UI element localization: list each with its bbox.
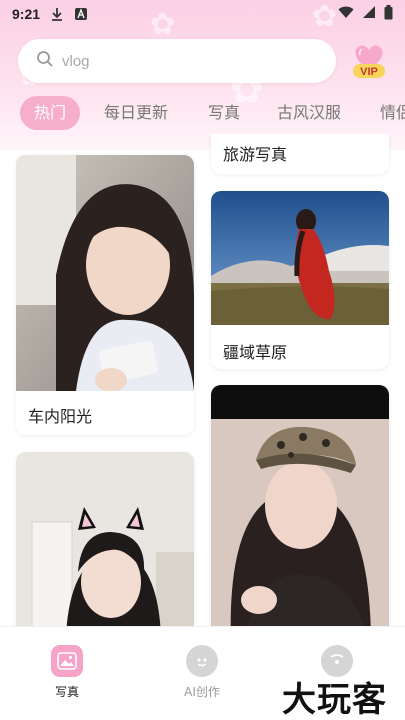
photo-card[interactable]: 旅游写真 <box>211 134 389 174</box>
nav-label: 写真 <box>54 685 79 699</box>
wifi-icon <box>338 5 354 23</box>
search-icon <box>36 50 54 72</box>
vip-label: VIP <box>360 66 378 78</box>
girl-with-cat-ears-photo <box>16 452 194 626</box>
ai-face-icon <box>186 645 218 677</box>
photo-icon <box>51 645 83 677</box>
tab-daily-update[interactable]: 每日更新 <box>90 96 182 130</box>
nav-item-ai-create[interactable]: AI创作 <box>162 645 242 700</box>
status-time: 9:21 <box>12 6 41 22</box>
app-a-icon <box>74 7 88 21</box>
photo-card[interactable] <box>211 385 389 626</box>
tab-ancient-hanfu[interactable]: 古风汉服 <box>263 96 355 130</box>
battery-icon <box>384 4 393 24</box>
girl-in-car-photo <box>16 155 194 391</box>
photo-card-caption: 车内阳光 <box>28 407 93 426</box>
watermark-logo: 大玩客 <box>282 680 387 720</box>
category-tabs: 热门 每日更新 写真 古风汉服 情侣 <box>0 92 405 134</box>
search-placeholder: vlog <box>62 52 90 70</box>
nav-item-photo[interactable]: 写真 <box>27 645 107 700</box>
photo-card-caption: 疆域草原 <box>223 343 288 362</box>
tab-couple[interactable]: 情侣 <box>366 96 405 130</box>
photo-card-caption: 旅游写真 <box>223 145 288 164</box>
download-icon <box>50 7 64 21</box>
girl-with-cap-photo <box>211 385 389 626</box>
tab-photo[interactable]: 写真 <box>194 96 254 130</box>
photo-card[interactable] <box>16 452 194 626</box>
photo-card[interactable]: 车内阳光 <box>16 155 194 435</box>
photo-card[interactable]: 疆域草原 <box>211 191 389 369</box>
search-bar[interactable]: vlog <box>18 39 336 83</box>
status-bar: 9:21 <box>0 0 405 28</box>
girl-red-dress-grassland-photo <box>211 191 389 325</box>
photo-feed: 车内阳光 旅游写真 疆域草原 <box>0 134 405 626</box>
vip-badge[interactable]: VIP <box>348 40 390 82</box>
nav-label: AI创作 <box>184 685 220 699</box>
tab-hot[interactable]: 热门 <box>20 96 81 130</box>
signal-icon <box>362 5 376 23</box>
